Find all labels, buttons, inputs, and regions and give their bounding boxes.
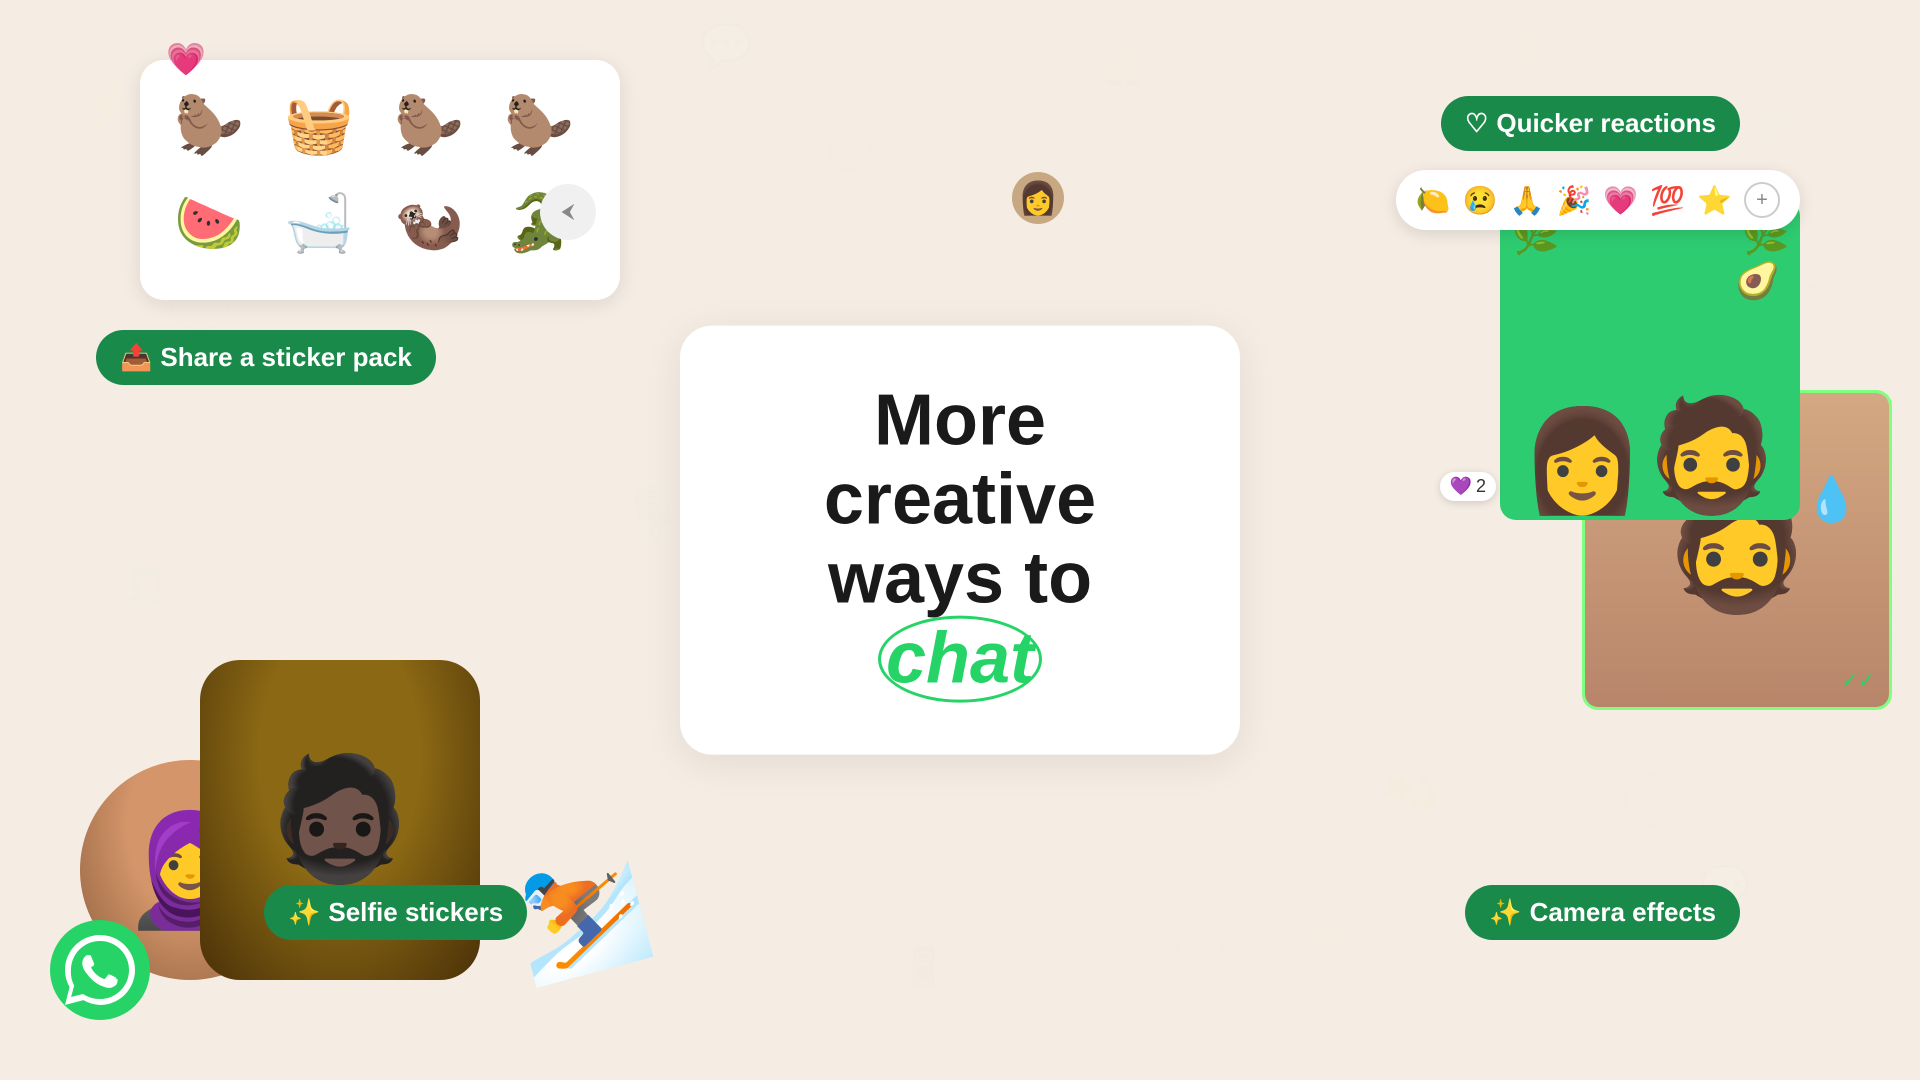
reaction-bar[interactable]: 🍋 😢 🙏 🎉 💗 💯 ⭐ + bbox=[1396, 170, 1800, 230]
headline-highlight: chat bbox=[886, 619, 1034, 698]
headline-line2: ways to bbox=[828, 539, 1092, 619]
avocado-deco: 🥑 bbox=[1735, 260, 1780, 302]
reaction-emoji-5[interactable]: 💗 bbox=[1603, 184, 1638, 217]
sticker-3: 🦫 bbox=[384, 80, 474, 170]
reaction-emoji-7[interactable]: ⭐ bbox=[1697, 184, 1732, 217]
person-man: 🧔 bbox=[1643, 391, 1780, 520]
camera-effects-badge: ✨ Camera effects bbox=[1465, 885, 1740, 940]
person-woman: 👩 bbox=[1520, 403, 1645, 520]
svg-text:💎: 💎 bbox=[1750, 107, 1795, 148]
svg-text:🎵: 🎵 bbox=[120, 565, 170, 609]
sticker-pack-card: 🦫 🧺 🦫 🦫 🍉 🛁 🦦 🐊 💗 bbox=[140, 60, 620, 300]
reaction-add-button[interactable]: + bbox=[1744, 182, 1780, 218]
svg-text:⚡: ⚡ bbox=[80, 76, 140, 132]
svg-text:📱: 📱 bbox=[900, 945, 947, 989]
camera-effects-icon: ✨ bbox=[1489, 897, 1521, 928]
svg-text:⚡: ⚡ bbox=[1300, 911, 1352, 961]
couple-image: 🌿 🌿 🥑 👩 🧔 bbox=[1500, 200, 1800, 520]
whatsapp-logo[interactable] bbox=[50, 920, 150, 1020]
reaction-emoji-2[interactable]: 😢 bbox=[1463, 184, 1498, 217]
like-count: 2 bbox=[1476, 476, 1486, 497]
headline-title: More creative ways to chat bbox=[744, 382, 1176, 699]
sticker-7: 🦦 bbox=[384, 178, 474, 268]
heart-decoration: 💗 bbox=[166, 40, 206, 78]
svg-text:💫: 💫 bbox=[1380, 756, 1440, 814]
reaction-emoji-3[interactable]: 🙏 bbox=[1510, 184, 1545, 217]
selfie-stickers-label: Selfie stickers bbox=[328, 897, 503, 928]
tear-drop-right: 💧 bbox=[1804, 473, 1859, 525]
reaction-emoji-6[interactable]: 💯 bbox=[1650, 184, 1685, 217]
like-icon: 💜 bbox=[1450, 476, 1472, 497]
message-checkmark: ✓✓ bbox=[1841, 668, 1875, 693]
sticker-5: 🍉 bbox=[164, 178, 254, 268]
reaction-emoji-4[interactable]: 🎉 bbox=[1557, 184, 1592, 217]
camera-effects-label: Camera effects bbox=[1530, 897, 1716, 928]
quicker-reactions-label: Quicker reactions bbox=[1496, 108, 1716, 139]
sticker-1: 🦫 bbox=[164, 80, 254, 170]
share-sticker-icon: 📤 bbox=[120, 342, 152, 373]
sticker-4: 🦫 bbox=[494, 80, 584, 170]
selfie-stickers-badge: ✨ Selfie stickers bbox=[264, 885, 527, 940]
quicker-reactions-icon: ♡ bbox=[1465, 108, 1488, 139]
like-counter: 💜 2 bbox=[1440, 472, 1496, 501]
headline-card: More creative ways to chat bbox=[680, 326, 1240, 755]
man-face-2: 🧔🏿 bbox=[265, 750, 414, 890]
couple-photo-panel: 🌿 🌿 🥑 👩 🧔 bbox=[1500, 200, 1800, 520]
selfie-stickers-icon: ✨ bbox=[288, 897, 320, 928]
share-sticker-badge: 📤 Share a sticker pack bbox=[96, 330, 436, 385]
headline-line1: More creative bbox=[824, 381, 1096, 540]
sticker-6: 🛁 bbox=[274, 178, 364, 268]
svg-text:🔔: 🔔 bbox=[1100, 46, 1147, 89]
svg-text:⚡: ⚡ bbox=[1500, 20, 1555, 71]
share-sticker-label: Share a sticker pack bbox=[160, 342, 412, 373]
send-sticker-button[interactable] bbox=[540, 184, 596, 240]
svg-text:🎙️: 🎙️ bbox=[620, 482, 685, 542]
svg-text:💬: 💬 bbox=[700, 21, 752, 70]
quicker-reactions-badge: ♡ Quicker reactions bbox=[1441, 96, 1740, 151]
sticker-2: 🧺 bbox=[274, 80, 364, 170]
sticker-grid: 🦫 🧺 🦫 🦫 🍉 🛁 🦦 🐊 bbox=[164, 80, 596, 268]
reaction-emoji-1[interactable]: 🍋 bbox=[1416, 184, 1451, 217]
user-avatar: 👩 bbox=[1012, 172, 1064, 224]
svg-text:✦: ✦ bbox=[1800, 274, 1825, 307]
